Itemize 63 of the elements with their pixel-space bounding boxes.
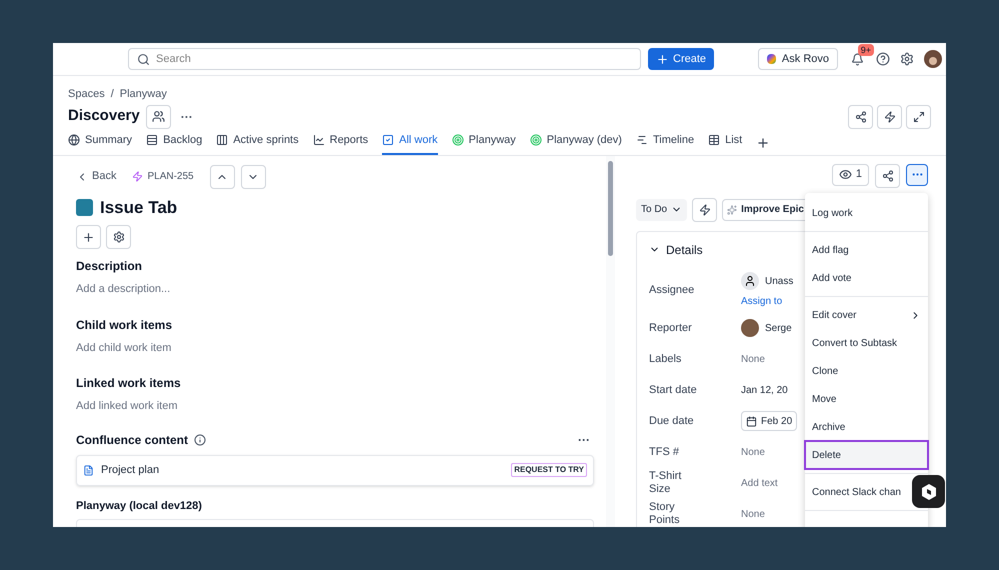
nav-tab[interactable]: Backlog bbox=[146, 132, 202, 154]
menu-item[interactable]: Add vote bbox=[805, 264, 858, 292]
search-input: Search bbox=[156, 50, 632, 68]
nav-tab[interactable]: Planyway (dev) bbox=[530, 132, 622, 154]
nav-tab[interactable]: Timeline bbox=[636, 132, 694, 154]
nav-tab[interactable]: All work bbox=[382, 132, 438, 154]
section-heading: Planyway (local dev128) bbox=[76, 498, 203, 514]
details-toggle[interactable]: Details bbox=[649, 240, 703, 258]
section-heading: Description bbox=[76, 258, 144, 275]
nav-tab[interactable]: Summary bbox=[68, 132, 132, 154]
breadcrumb-separator: / bbox=[110, 87, 114, 102]
status-dropdown[interactable]: To Do bbox=[636, 198, 688, 220]
field-label: Due date bbox=[649, 414, 695, 428]
menu-item[interactable]: Archive bbox=[805, 413, 852, 441]
menu-item[interactable]: Move bbox=[805, 385, 844, 413]
issue-key-link[interactable]: PLAN-255 bbox=[132, 169, 194, 184]
menu-item[interactable]: Add flag bbox=[805, 236, 856, 264]
back-link[interactable]: Back bbox=[76, 168, 116, 185]
assign-link[interactable]: Assign to bbox=[741, 294, 794, 309]
section-heading: Child work items bbox=[76, 316, 174, 334]
menu-item[interactable]: Clone bbox=[805, 357, 846, 385]
breadcrumb-link[interactable]: Planyway bbox=[120, 86, 167, 102]
section-placeholder[interactable]: Add a description... bbox=[76, 281, 594, 298]
notification-badge: 9+ bbox=[858, 44, 874, 56]
field-label: Start date bbox=[649, 384, 698, 396]
ask-rovo-button[interactable]: Ask Rovo bbox=[758, 48, 838, 70]
field-placeholder[interactable]: Add text bbox=[741, 478, 778, 488]
menu-item[interactable]: Edit cover bbox=[805, 301, 928, 329]
field-placeholder[interactable]: None bbox=[741, 354, 765, 364]
section-placeholder[interactable]: Add child work item bbox=[76, 340, 594, 356]
field-label: Assignee bbox=[649, 284, 696, 297]
field-label: Reporter bbox=[649, 322, 693, 334]
create-button[interactable]: Create bbox=[648, 48, 714, 70]
field-value: Unass bbox=[765, 274, 794, 288]
menu-item[interactable]: Connect Slack chan bbox=[805, 478, 908, 506]
breadcrumb-link[interactable]: Spaces bbox=[68, 86, 105, 102]
field-label: T-Shirt Size bbox=[649, 470, 682, 496]
section-heading: Confluence content bbox=[76, 432, 188, 448]
search-field[interactable]: Search bbox=[128, 48, 641, 70]
menu-item[interactable]: Convert to Subtask bbox=[805, 329, 904, 357]
section-heading: Linked work items bbox=[76, 375, 182, 392]
more-button[interactable]: ··· bbox=[578, 430, 590, 448]
nav-tab[interactable]: Reports bbox=[312, 132, 368, 154]
field-value: Jan 12, 20 bbox=[741, 384, 788, 396]
menu-item[interactable]: Delete bbox=[805, 441, 928, 469]
field-placeholder[interactable]: None bbox=[741, 508, 765, 520]
more-button[interactable]: ··· bbox=[180, 108, 193, 126]
confluence-page-card[interactable]: Project plan REQUEST TO TRY bbox=[76, 454, 594, 486]
field-label: Labels bbox=[649, 352, 682, 366]
request-badge[interactable]: REQUEST TO TRY bbox=[511, 463, 587, 477]
date-field[interactable]: Feb 20 bbox=[741, 411, 798, 431]
nav-tab[interactable]: Active sprints bbox=[216, 132, 299, 154]
field-label: Story Points bbox=[649, 501, 681, 527]
nav-tab[interactable]: Planyway bbox=[452, 132, 516, 154]
issue-title: Issue Tab bbox=[100, 196, 178, 218]
space-title: Discovery bbox=[68, 106, 140, 126]
section-placeholder[interactable]: Add linked work item bbox=[76, 398, 594, 414]
field-placeholder[interactable]: None bbox=[741, 446, 765, 458]
field-label: TFS # bbox=[649, 446, 680, 458]
page-title: Project plan bbox=[101, 462, 160, 478]
nav-tab[interactable]: List bbox=[708, 132, 742, 154]
watchers-button[interactable]: 1 bbox=[832, 164, 869, 186]
field-value: Serge bbox=[765, 322, 792, 336]
